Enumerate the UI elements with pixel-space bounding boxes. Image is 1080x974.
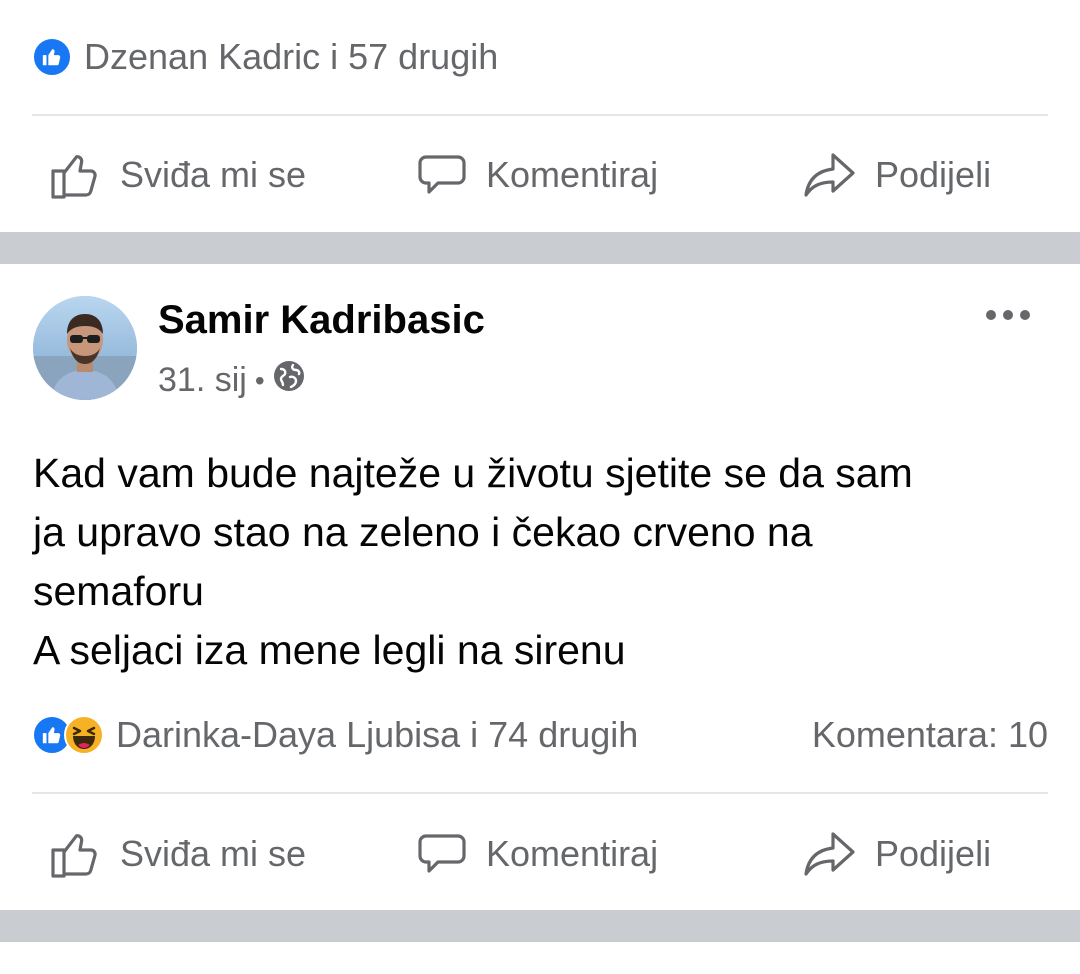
share-button[interactable]: Podijeli	[803, 809, 991, 899]
share-arrow-icon	[803, 828, 857, 880]
post-date[interactable]: 31. sij	[158, 361, 247, 400]
share-label: Podijeli	[875, 154, 992, 195]
more-options-icon[interactable]	[986, 300, 1030, 330]
reaction-icons	[32, 37, 72, 77]
thumbs-up-icon	[50, 828, 102, 880]
like-label: Sviđa mi se	[120, 154, 307, 195]
share-arrow-icon	[803, 149, 857, 201]
globe-icon	[273, 360, 305, 401]
like-button[interactable]: Sviđa mi se	[50, 809, 306, 899]
comment-label: Komentiraj	[486, 154, 659, 195]
post-actions: Sviđa mi se Komentiraj Podijeli	[0, 809, 1080, 899]
avatar[interactable]	[33, 296, 137, 400]
divider	[32, 114, 1048, 116]
comment-label: Komentiraj	[486, 833, 659, 874]
comment-button[interactable]: Komentiraj	[416, 809, 658, 899]
thumbs-up-icon	[50, 149, 102, 201]
reactions-summary[interactable]: Darinka-Daya Ljubisa i 74 drugih Komenta…	[32, 710, 1048, 760]
post-card-3	[0, 942, 1080, 974]
comment-bubble-icon	[416, 828, 468, 880]
post-text: Kad vam bude najteže u životu sjetite se…	[33, 450, 913, 673]
like-reaction-icon	[32, 37, 72, 77]
share-label: Podijeli	[875, 833, 992, 874]
like-label: Sviđa mi se	[120, 833, 307, 874]
post-card-1: Dzenan Kadric i 57 drugih Sviđa mi se Ko…	[0, 0, 1080, 232]
post-meta: 31. sij •	[158, 360, 305, 401]
haha-reaction-icon	[64, 715, 104, 755]
reaction-icons	[32, 715, 104, 755]
post-actions: Sviđa mi se Komentiraj Podijeli	[0, 130, 1080, 220]
author-name[interactable]: Samir Kadribasic	[158, 298, 485, 343]
feed-separator	[0, 910, 1080, 942]
share-button[interactable]: Podijeli	[803, 130, 991, 220]
comments-count[interactable]: Komentara: 10	[812, 714, 1048, 756]
feed-separator	[0, 232, 1080, 264]
comment-bubble-icon	[416, 149, 468, 201]
reactions-summary[interactable]: Dzenan Kadric i 57 drugih	[32, 32, 1048, 82]
meta-separator: •	[254, 364, 265, 396]
like-button[interactable]: Sviđa mi se	[50, 130, 306, 220]
comment-button[interactable]: Komentiraj	[416, 130, 658, 220]
divider	[32, 792, 1048, 794]
post-header: Samir Kadribasic 31. sij •	[0, 296, 1080, 416]
reactions-text: Dzenan Kadric i 57 drugih	[84, 36, 499, 77]
reactions-text: Darinka-Daya Ljubisa i 74 drugih	[116, 714, 639, 755]
post-card-2: Samir Kadribasic 31. sij • Kad vam bude …	[0, 264, 1080, 910]
